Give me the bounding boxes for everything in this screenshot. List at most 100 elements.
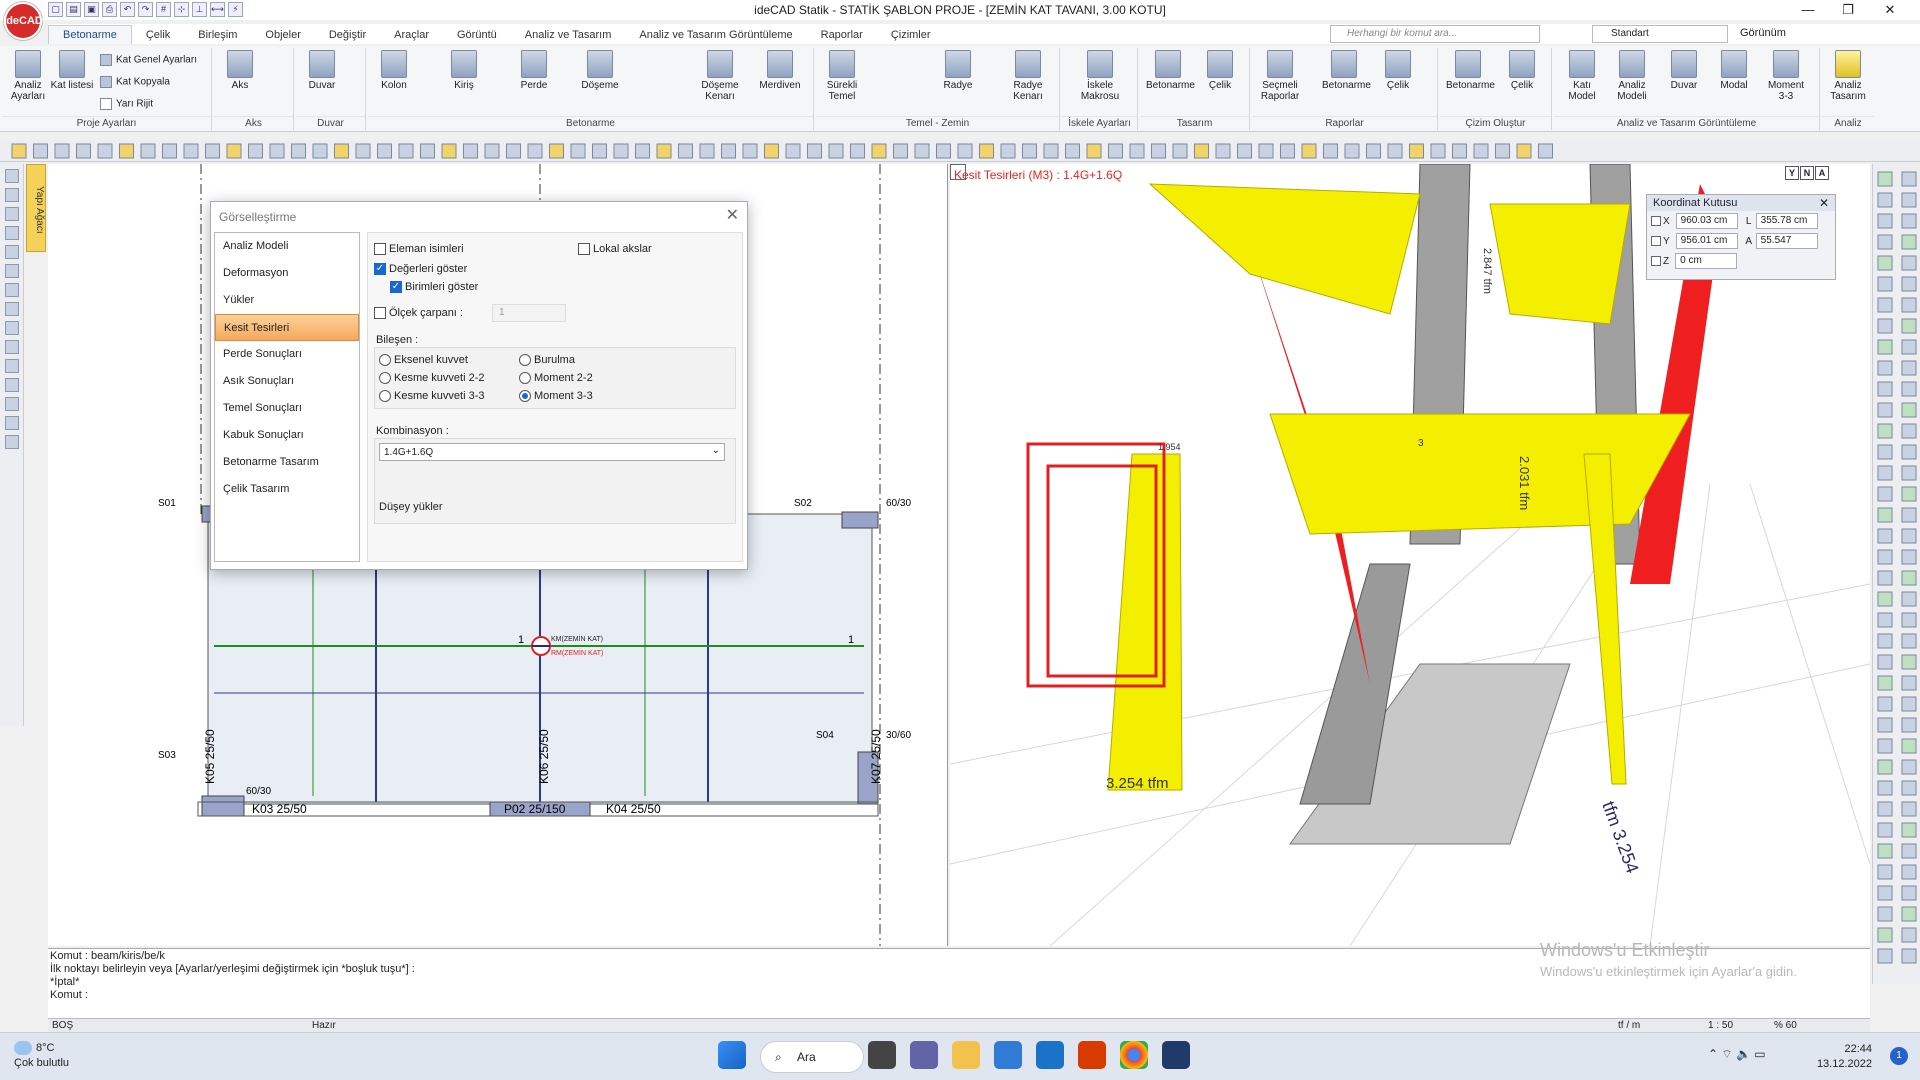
toolbar-tool-icon[interactable]	[1258, 143, 1274, 159]
toolbar-tool-icon[interactable]	[183, 143, 199, 159]
cizim-celik-button[interactable]: Çelik	[1500, 50, 1544, 91]
tasarim-betonarme-button[interactable]: Betonarme	[1146, 50, 1195, 91]
close-icon[interactable]: ✕	[1819, 196, 1829, 210]
olcek-carpani-checkbox[interactable]: Ölçek çarpanı :	[374, 307, 463, 319]
toolbar-tool-icon[interactable]	[678, 143, 693, 159]
tray-icons[interactable]: ⌃ ⌔ 🔈 ▭	[1708, 1047, 1766, 1062]
command-search-input[interactable]: Herhangi bir komut ara...	[1330, 25, 1540, 43]
lokal-akslar-checkbox[interactable]: Lokal akslar	[578, 243, 652, 255]
store-icon[interactable]	[994, 1041, 1022, 1069]
column-s02[interactable]	[841, 511, 879, 529]
toolbar-tool-icon[interactable]	[420, 143, 435, 159]
atg-duvar-button[interactable]: Duvar	[1662, 50, 1706, 91]
toolbar-tool-icon[interactable]	[1366, 143, 1381, 159]
right-tool-icon[interactable]	[1877, 654, 1893, 670]
right-tool-icon[interactable]	[1901, 654, 1917, 670]
axis-y-button[interactable]: Y	[1785, 166, 1799, 180]
tasarim-celik-button[interactable]: Çelik	[1198, 50, 1242, 91]
tree-icon[interactable]	[4, 169, 19, 183]
toolbar-tool-icon[interactable]	[1452, 143, 1467, 159]
toolbar-tool-icon[interactable]	[1022, 143, 1037, 159]
right-tool-icon[interactable]	[1877, 780, 1893, 796]
toolbar-tool-icon[interactable]	[656, 143, 672, 159]
right-tool-icon[interactable]	[1901, 675, 1917, 691]
toolbar-tool-icon[interactable]	[1516, 143, 1532, 159]
minimize-button[interactable]: —	[1788, 0, 1828, 20]
radio-moment-33[interactable]: Moment 3-3	[519, 390, 593, 402]
toolbar-tool-icon[interactable]	[893, 143, 908, 159]
right-tool-icon[interactable]	[1877, 465, 1893, 481]
toolbar-tool-icon[interactable]	[785, 143, 801, 159]
doseme-button[interactable]: Döşeme	[578, 50, 622, 91]
right-tool-icon[interactable]	[1901, 570, 1917, 586]
radio-moment-22[interactable]: Moment 2-2	[519, 372, 593, 384]
right-tool-icon[interactable]	[1877, 759, 1893, 775]
toolbar-tool-icon[interactable]	[33, 143, 48, 159]
right-tool-icon[interactable]	[1877, 276, 1893, 292]
right-tool-icon[interactable]	[1877, 696, 1893, 712]
right-tool-icon[interactable]	[1877, 360, 1893, 376]
axis-n-button[interactable]: N	[1800, 166, 1814, 180]
toolbar-tool-icon[interactable]	[592, 143, 607, 159]
right-tool-icon[interactable]	[1877, 423, 1893, 439]
toolbar-tool-icon[interactable]	[398, 143, 414, 159]
teams-icon[interactable]	[910, 1041, 938, 1069]
right-tool-icon[interactable]	[1877, 885, 1893, 901]
lock-y-checkbox[interactable]	[1651, 236, 1661, 246]
toolbar-tool-icon[interactable]	[1215, 143, 1231, 159]
right-tool-icon[interactable]	[1877, 234, 1893, 250]
radio-kesme-33[interactable]: Kesme kuvveti 3-3	[379, 390, 484, 402]
right-tool-icon[interactable]	[1901, 780, 1917, 796]
right-tool-icon[interactable]	[1877, 717, 1893, 733]
right-tool-icon[interactable]	[1901, 276, 1917, 292]
toolbar-tool-icon[interactable]	[248, 143, 263, 159]
right-tool-icon[interactable]	[1877, 402, 1893, 418]
right-tool-icon[interactable]	[1901, 339, 1917, 355]
toolbar-tool-icon[interactable]	[1194, 143, 1209, 159]
rapor-celik-button[interactable]: Çelik	[1376, 50, 1420, 91]
section-icon[interactable]	[4, 397, 19, 411]
cizim-betonarme-button[interactable]: Betonarme	[1446, 50, 1495, 91]
radio-eksenel-kuvvet[interactable]: Eksenel kuvvet	[379, 354, 468, 366]
drawing-toolbar-icons[interactable]	[0, 140, 1920, 162]
app-logo[interactable]: ideCAD	[3, 2, 43, 40]
right-tool-icon[interactable]	[1901, 507, 1917, 523]
kati-model-button[interactable]: Katı Model	[1560, 50, 1604, 102]
right-tool-icon[interactable]	[1901, 381, 1917, 397]
toolbar-tool-icon[interactable]	[484, 143, 500, 159]
right-tool-icon[interactable]	[1901, 486, 1917, 502]
notification-badge[interactable]: 1	[1890, 1047, 1908, 1065]
analiz-tasarim-button[interactable]: Analiz Tasarım	[1826, 50, 1870, 102]
tab-araclar[interactable]: Araçlar	[380, 26, 443, 44]
right-tool-icon[interactable]	[1877, 570, 1893, 586]
maximize-button[interactable]: ❐	[1828, 0, 1868, 20]
right-tool-icon[interactable]	[1901, 885, 1917, 901]
idecad-taskbar-icon[interactable]	[1162, 1041, 1190, 1069]
toolbar-tool-icon[interactable]	[1151, 143, 1166, 159]
tab-raporlar[interactable]: Raporlar	[807, 26, 877, 44]
toolbar-tool-icon[interactable]	[1323, 143, 1338, 159]
right-tool-icon[interactable]	[1877, 192, 1893, 208]
right-tool-icon[interactable]	[1877, 381, 1893, 397]
birimleri-goster-checkbox[interactable]: ✓ Birimleri göster	[390, 281, 478, 293]
kat-listesi-button[interactable]: Kat listesi	[50, 50, 94, 91]
toolbar-tool-icon[interactable]	[54, 143, 70, 159]
layer-icon[interactable]	[4, 188, 19, 202]
right-tool-icon[interactable]	[1901, 423, 1917, 439]
right-tool-icon[interactable]	[1901, 801, 1917, 817]
binoculars-icon[interactable]	[4, 435, 19, 449]
toolbar-tool-icon[interactable]	[1473, 143, 1489, 159]
right-tool-icon[interactable]	[1877, 171, 1893, 187]
toolbar-tool-icon[interactable]	[1108, 143, 1123, 159]
coord-l-field[interactable]: 355.78 cm	[1755, 213, 1818, 229]
toolbar-tool-icon[interactable]	[226, 143, 242, 159]
right-tool-icon[interactable]	[1877, 927, 1893, 943]
right-tool-icon[interactable]	[1877, 486, 1893, 502]
toolbar-tool-icon[interactable]	[1065, 143, 1080, 159]
text-icon[interactable]	[4, 378, 19, 392]
toolbar-tool-icon[interactable]	[742, 143, 758, 159]
doseme-kenari-button[interactable]: Döşeme Kenarı	[698, 50, 742, 102]
toolbar-tool-icon[interactable]	[1344, 143, 1360, 159]
right-tool-icon[interactable]	[1901, 528, 1917, 544]
right-tool-icon[interactable]	[1901, 843, 1917, 859]
